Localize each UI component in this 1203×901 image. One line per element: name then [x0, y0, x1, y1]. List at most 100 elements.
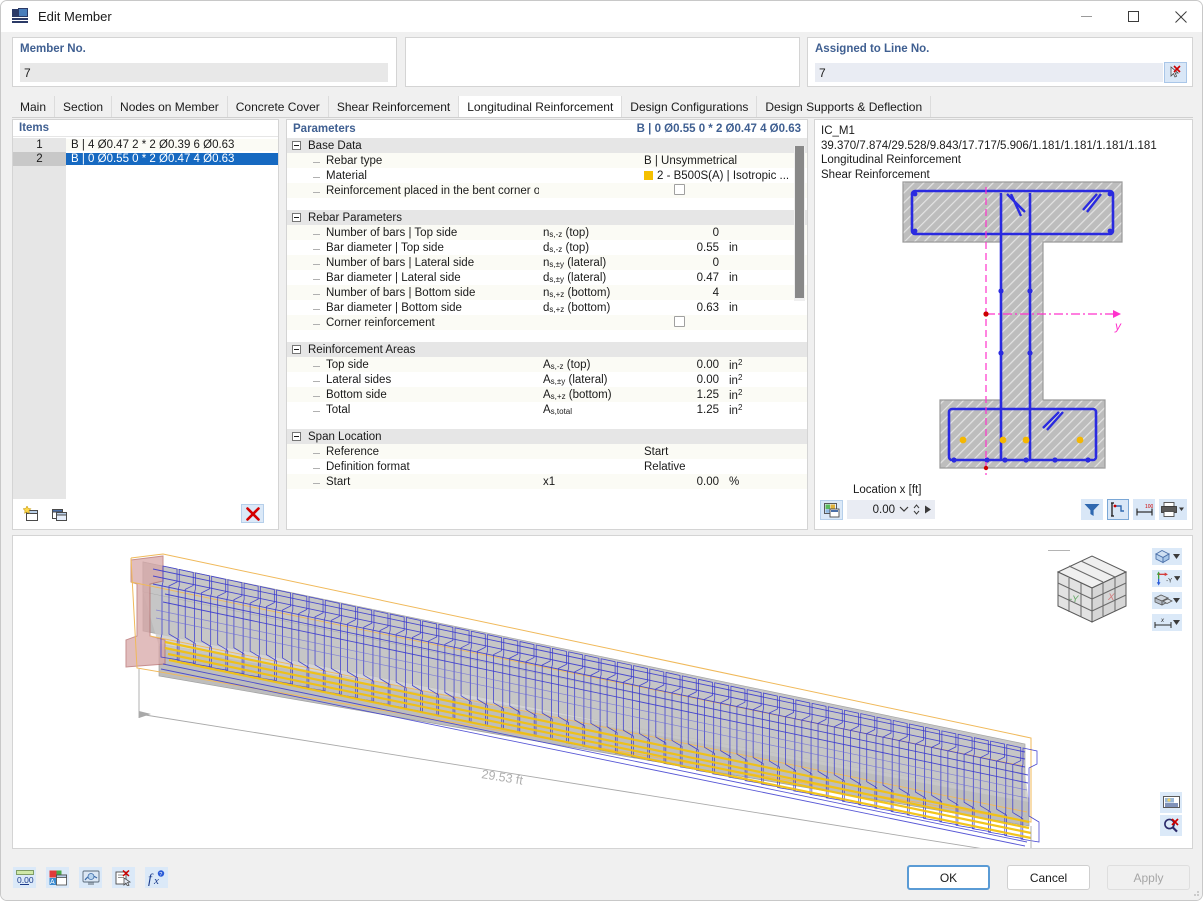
assigned-line-input[interactable]	[815, 63, 1163, 82]
filter-icon[interactable]	[1081, 499, 1103, 520]
save-image-icon[interactable]	[820, 500, 843, 520]
collapse-icon[interactable]	[292, 213, 301, 222]
group-header[interactable]: Rebar Parameters	[287, 210, 807, 225]
parameter-value[interactable]: 0.00	[640, 476, 725, 488]
parameter-row[interactable]: Number of bars | Top side ns,-z (top) 0	[287, 225, 807, 240]
view-layers-button[interactable]	[1152, 592, 1182, 609]
parameter-value[interactable]: 4	[640, 287, 725, 299]
render-mode-button[interactable]	[1152, 548, 1182, 565]
parameter-row[interactable]: Material 2 - B500S(A) | Isotropic ...	[287, 168, 807, 183]
display-properties-icon[interactable]: A	[46, 867, 69, 888]
formula-icon[interactable]: f x ?	[145, 867, 168, 888]
parameters-scrollbar[interactable]	[794, 146, 805, 301]
tab-design-configurations[interactable]: Design Configurations	[622, 96, 758, 117]
delete-item-icon[interactable]	[241, 504, 264, 523]
parameter-value[interactable]: Relative	[640, 461, 807, 473]
clear-zoom-icon[interactable]	[1160, 815, 1182, 836]
minimize-icon[interactable]	[1063, 1, 1110, 32]
parameter-value[interactable]: 0.00	[640, 359, 725, 371]
location-x-stepper[interactable]: 0.00	[847, 500, 935, 519]
parameter-material[interactable]: 2 - B500S(A) | Isotropic ...	[640, 170, 807, 182]
axes-label: -Y	[1166, 579, 1172, 585]
parameter-value[interactable]: Start	[640, 446, 807, 458]
parameter-label: Bar diameter | Bottom side	[287, 302, 539, 314]
parameter-row[interactable]: Reinforcement placed in the bent corner …	[287, 183, 807, 198]
navigation-cube[interactable]: -Y X	[1048, 549, 1136, 628]
reset-selection-icon[interactable]	[112, 867, 135, 888]
parameter-checkbox[interactable]	[640, 183, 725, 198]
parameter-row[interactable]: Corner reinforcement	[287, 315, 807, 330]
parameter-row[interactable]: Rebar type B | Unsymmetrical	[287, 153, 807, 168]
tab-design-supports-deflection[interactable]: Design Supports & Deflection	[757, 96, 932, 117]
section-info-line: IC_M1 39.370/7.874/29.528/9.843/17.717/5…	[821, 125, 1157, 152]
parameter-label: Bottom side	[287, 389, 539, 401]
apply-button[interactable]: Apply	[1107, 865, 1190, 890]
location-x-label: Location x [ft]	[853, 484, 922, 496]
new-item-icon[interactable]	[21, 505, 42, 524]
parameter-value[interactable]: 1.25	[640, 404, 725, 416]
svg-text:x: x	[153, 875, 159, 886]
maximize-icon[interactable]	[1110, 1, 1157, 32]
axes-button[interactable]: -Y	[1152, 570, 1182, 587]
parameter-unit: in	[729, 271, 738, 284]
render-settings-icon[interactable]	[79, 867, 102, 888]
parameter-value[interactable]: 0.00	[640, 374, 725, 386]
close-icon[interactable]	[1157, 1, 1202, 32]
member-no-input[interactable]	[20, 63, 388, 82]
decimal-places-icon[interactable]: 0.00	[13, 867, 36, 888]
tab-shear-reinforcement[interactable]: Shear Reinforcement	[328, 96, 460, 117]
parameter-value[interactable]: 1.25	[640, 389, 725, 401]
group-header[interactable]: Span Location	[287, 429, 807, 444]
copy-item-icon[interactable]	[49, 505, 70, 524]
table-row[interactable]: 1B | 4 Ø0.47 2 * 2 Ø0.39 6 Ø0.63	[13, 138, 278, 152]
parameter-value[interactable]: 0.47	[640, 272, 725, 284]
parameter-value[interactable]: B | Unsymmetrical	[640, 155, 807, 167]
parameter-row[interactable]: Bar diameter | Bottom side ds,+z (bottom)…	[287, 300, 807, 315]
parameter-value[interactable]: 0.55	[640, 242, 725, 254]
parameter-row[interactable]: Definition format Relative	[287, 459, 807, 474]
parameter-row[interactable]: Bottom side As,+z (bottom) 1.25 in2	[287, 387, 807, 402]
parameter-value[interactable]: 0.63	[640, 302, 725, 314]
cancel-button[interactable]: Cancel	[1007, 865, 1090, 890]
parameter-value[interactable]: 0	[640, 257, 725, 269]
ok-button[interactable]: OK	[907, 865, 990, 890]
group-header[interactable]: Reinforcement Areas	[287, 342, 807, 357]
parameter-row[interactable]: Number of bars | Bottom side ns,+z (botto…	[287, 285, 807, 300]
tab-nodes-on-member[interactable]: Nodes on Member	[112, 96, 228, 117]
table-row[interactable]: 2B | 0 Ø0.55 0 * 2 Ø0.47 4 Ø0.63	[13, 152, 278, 166]
parameter-row[interactable]: Reference Start	[287, 444, 807, 459]
parameter-symbol: ns,+z (bottom)	[543, 286, 611, 299]
items-list: 1B | 4 Ø0.47 2 * 2 Ø0.39 6 Ø0.63 2 B | 0 Ø…	[13, 138, 278, 499]
dimensions-icon[interactable]: 100	[1133, 499, 1155, 520]
parameter-row[interactable]: Start x1 0.00%	[287, 474, 807, 489]
svg-text:A: A	[50, 879, 55, 886]
3d-viewport[interactable]: 29.53 ft -Y X -Y x	[12, 535, 1193, 849]
parameter-row[interactable]: Bar diameter | Top side ds,-z (top) 0.55 in	[287, 240, 807, 255]
scrollbar-thumb[interactable]	[795, 146, 804, 298]
tab-longitudinal-reinforcement[interactable]: Longitudinal Reinforcement	[459, 96, 623, 117]
parameter-row[interactable]: Lateral sides As,±y (lateral) 0.00 in2	[287, 372, 807, 387]
parameter-row[interactable]: Bar diameter | Lateral side ds,±y (latera…	[287, 270, 807, 285]
parameter-checkbox[interactable]	[640, 315, 725, 330]
dimension-button[interactable]: x	[1152, 614, 1182, 631]
collapse-icon[interactable]	[292, 432, 301, 441]
parameter-row[interactable]: Top side As,-z (top) 0.00 in2	[287, 357, 807, 372]
tab-concrete-cover[interactable]: Concrete Cover	[227, 96, 329, 117]
chevron-down-icon	[1173, 620, 1180, 625]
collapse-icon[interactable]	[292, 141, 301, 150]
resize-grip[interactable]	[1190, 887, 1200, 897]
print-icon[interactable]	[1159, 499, 1187, 520]
svg-text:?: ?	[159, 872, 162, 878]
cross-section-drawing[interactable]: y	[815, 172, 1194, 484]
collapse-icon[interactable]	[292, 345, 301, 354]
parameter-value[interactable]: 0	[640, 227, 725, 239]
tab-main[interactable]: Main	[12, 96, 56, 117]
pick-line-icon[interactable]	[1164, 62, 1187, 83]
section-properties-icon[interactable]	[1107, 499, 1129, 520]
parameter-label: Top side	[287, 359, 539, 371]
parameter-row[interactable]: Number of bars | Lateral side ns,±y (late…	[287, 255, 807, 270]
tab-section[interactable]: Section	[55, 96, 113, 117]
parameter-row[interactable]: Total As,total 1.25 in2	[287, 402, 807, 417]
group-header[interactable]: Base Data	[287, 138, 807, 153]
print-view-icon[interactable]	[1160, 792, 1182, 813]
